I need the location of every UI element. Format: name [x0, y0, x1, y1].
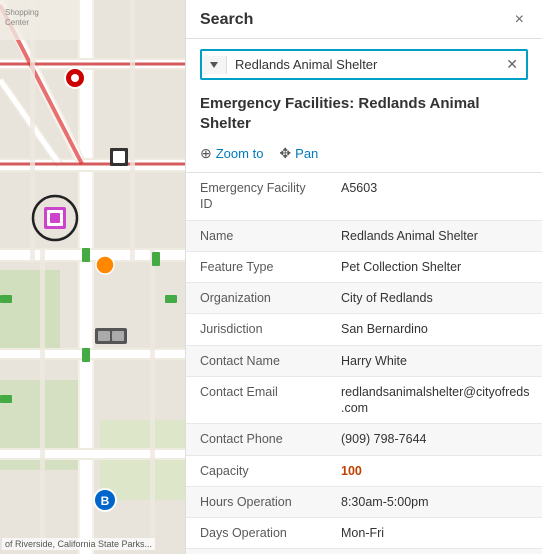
attr-label: Jurisdiction	[186, 314, 331, 344]
map-panel: B Shopping Center of Riverside, Californ…	[0, 0, 185, 554]
attr-value: Harry White	[331, 346, 542, 376]
table-row: OrganizationCity of Redlands	[186, 283, 542, 314]
pan-button[interactable]: ✥ Pan	[279, 143, 318, 164]
attr-value: San Bernardino	[331, 314, 542, 344]
table-row: JurisdictionSan Bernardino	[186, 314, 542, 345]
attr-value: A5603	[331, 173, 542, 220]
attr-value: (909) 798-7644	[331, 424, 542, 454]
close-button[interactable]: ×	[511, 10, 528, 30]
table-row: Open Date	[186, 549, 542, 554]
table-row: Contact NameHarry White	[186, 346, 542, 377]
attr-label: Feature Type	[186, 252, 331, 282]
attr-value: Redlands Animal Shelter	[331, 221, 542, 251]
attr-label: Contact Phone	[186, 424, 331, 454]
zoom-to-label: Zoom to	[216, 146, 264, 161]
facility-title-section: Emergency Facilities: Redlands Animal Sh…	[186, 90, 542, 143]
attr-value: 100	[331, 456, 542, 486]
attr-label: Capacity	[186, 456, 331, 486]
pan-icon: ✥	[279, 145, 291, 162]
zoom-icon: ⊕	[200, 145, 212, 162]
table-row: Feature TypePet Collection Shelter	[186, 252, 542, 283]
attr-label: Organization	[186, 283, 331, 313]
table-row: Contact Phone(909) 798-7644	[186, 424, 542, 455]
search-input[interactable]	[227, 51, 498, 78]
attr-label: Open Date	[186, 549, 331, 554]
attr-label: Contact Email	[186, 377, 331, 424]
search-type-dropdown[interactable]	[202, 56, 227, 74]
svg-text:Center: Center	[5, 18, 29, 27]
attr-value: Pet Collection Shelter	[331, 252, 542, 282]
attr-label: Name	[186, 221, 331, 251]
facility-title: Emergency Facilities: Redlands Animal Sh…	[200, 94, 528, 133]
panel-title: Search	[200, 11, 253, 29]
table-row: Hours Operation8:30am-5:00pm	[186, 487, 542, 518]
attr-label: Contact Name	[186, 346, 331, 376]
attr-value: 8:30am-5:00pm	[331, 487, 542, 517]
panel-header: Search ×	[186, 0, 542, 39]
search-clear-button[interactable]: ✕	[498, 52, 526, 77]
search-panel: Search × ✕ Emergency Facilities: Redland…	[185, 0, 542, 554]
attr-value: Mon-Fri	[331, 518, 542, 548]
svg-text:Shopping: Shopping	[5, 8, 39, 17]
action-buttons: ⊕ Zoom to ✥ Pan	[186, 143, 542, 173]
svg-text:B: B	[101, 494, 110, 508]
attr-label: Emergency Facility ID	[186, 173, 331, 220]
search-bar: ✕	[200, 49, 528, 80]
table-row: Emergency Facility IDA5603	[186, 173, 542, 221]
attributes-table: Emergency Facility IDA5603NameRedlands A…	[186, 173, 542, 554]
table-row: Capacity100	[186, 456, 542, 487]
table-row: Days OperationMon-Fri	[186, 518, 542, 549]
map-attribution: of Riverside, California State Parks...	[2, 538, 155, 550]
pan-label: Pan	[295, 146, 318, 161]
attr-label: Days Operation	[186, 518, 331, 548]
attr-label: Hours Operation	[186, 487, 331, 517]
table-row: Contact Emailredlandsanimalshelter@cityo…	[186, 377, 542, 425]
attr-value	[331, 549, 542, 554]
zoom-to-button[interactable]: ⊕ Zoom to	[200, 143, 263, 164]
attr-value: redlandsanimalshelter@cityofreds.com	[331, 377, 542, 424]
attr-value: City of Redlands	[331, 283, 542, 313]
chevron-down-icon	[210, 62, 218, 68]
table-row: NameRedlands Animal Shelter	[186, 221, 542, 252]
